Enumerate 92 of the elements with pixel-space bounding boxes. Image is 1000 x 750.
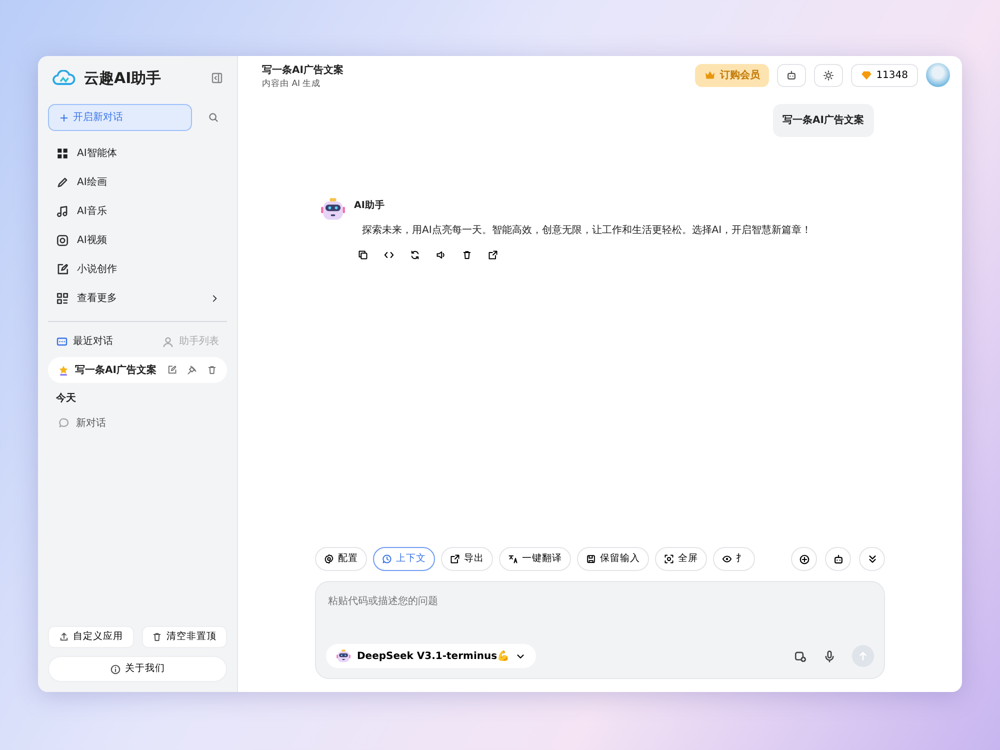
music-note-icon <box>56 205 69 218</box>
speaker-icon <box>436 250 446 260</box>
eye-icon <box>722 554 732 564</box>
pencil-icon <box>56 176 69 189</box>
share-button[interactable] <box>488 250 498 260</box>
info-icon <box>110 664 121 674</box>
brand-name: 云趣AI助手 <box>84 68 162 89</box>
edit-button[interactable] <box>167 365 177 375</box>
toolbar-button[interactable]: 配置 <box>315 547 367 571</box>
user-message: 写一条AI广告文案 <box>772 104 874 137</box>
double-chevron-down-icon <box>866 554 878 564</box>
camera-icon <box>56 234 69 247</box>
diamond-icon <box>861 70 872 80</box>
tab[interactable]: 最近对话 <box>48 330 121 353</box>
robot-icon <box>832 554 844 564</box>
sun-icon <box>823 70 834 80</box>
code-button[interactable] <box>384 250 394 260</box>
pin-icon <box>187 365 197 375</box>
code-icon <box>384 250 394 260</box>
user-icon <box>162 336 174 348</box>
trash-button[interactable] <box>462 250 472 260</box>
about-button[interactable]: 关于我们 <box>48 656 227 682</box>
arrow-up-icon <box>857 650 869 662</box>
apps-icon <box>56 292 69 305</box>
trash-icon <box>207 365 217 375</box>
toolbar-button[interactable]: 一键翻译 <box>499 547 571 571</box>
pin-badge-icon <box>58 364 69 376</box>
image-add-icon <box>794 650 807 662</box>
nav-item[interactable]: 查看更多 <box>48 284 227 313</box>
speaker-button[interactable] <box>436 250 446 260</box>
add-chat-icon <box>798 554 810 564</box>
export-icon <box>450 554 460 564</box>
assistant-message: 探索未来，用AI点亮每一天。智能高效，创意无限，让工作和生活更轻松。选择AI，开启智慧新篇章！ <box>362 224 812 238</box>
copy-icon <box>358 250 368 260</box>
assistant-button[interactable] <box>777 64 806 86</box>
model-selector[interactable]: DeepSeek V3.1-terminus💪 <box>326 644 536 668</box>
chat-subtitle: 内容由 AI 生成 <box>262 78 322 91</box>
microphone-icon <box>823 650 836 662</box>
chat-title: 写一条AI广告文案 <box>262 63 344 78</box>
group-label: 今天 <box>55 392 77 406</box>
share-icon <box>488 250 498 260</box>
refresh-button[interactable] <box>410 250 420 260</box>
search-icon <box>208 112 219 123</box>
pin-button[interactable] <box>187 365 197 375</box>
chevron-right-icon <box>210 294 219 303</box>
chat-clock-icon <box>382 554 392 564</box>
chat-item[interactable]: 新对话 <box>48 410 227 436</box>
expand-button[interactable] <box>859 547 885 571</box>
translate-icon <box>508 554 518 564</box>
assistant-circle-button[interactable] <box>825 547 851 571</box>
assistant-name: AI助手 <box>354 199 386 213</box>
sidebar-toggle-icon <box>211 72 223 84</box>
nav-item[interactable]: AI视频 <box>48 226 227 255</box>
toolbar-button[interactable]: 导出 <box>441 547 493 571</box>
trash-icon <box>462 250 472 260</box>
chat-item[interactable]: 写一条AI广告文案 <box>48 357 227 383</box>
upload-image-button[interactable] <box>794 650 807 662</box>
robot-icon <box>320 197 346 223</box>
new-chat-button[interactable]: 开启新对话 <box>48 104 192 131</box>
toolbar-button[interactable]: 全屏 <box>655 547 707 571</box>
voice-button[interactable] <box>823 650 836 662</box>
points-button[interactable]: 11348 <box>851 64 918 86</box>
toolbar-button[interactable]: 上下文 <box>373 547 435 571</box>
save-icon <box>586 554 596 564</box>
clear-button[interactable]: 清空非置顶 <box>142 626 227 648</box>
theme-button[interactable] <box>814 64 844 86</box>
crown-icon <box>704 69 716 81</box>
nav-item[interactable]: AI绘画 <box>48 168 227 197</box>
nav-item[interactable]: AI音乐 <box>48 197 227 226</box>
grid-icon <box>56 147 69 160</box>
plus-icon <box>59 112 69 122</box>
chat-bubble-icon <box>58 417 70 429</box>
toolbar-button[interactable]: 保留输入 <box>577 547 649 571</box>
toolbar-button[interactable]: 扌 <box>713 547 755 571</box>
message-input[interactable]: 粘贴代码或描述您的问题 DeepSeek V3.1-terminus💪 <box>315 581 885 679</box>
nav-item[interactable]: AI智能体 <box>48 139 227 168</box>
custom-app-button[interactable]: 自定义应用 <box>48 626 134 648</box>
trash-icon <box>152 632 162 642</box>
collapse-sidebar-button[interactable] <box>211 72 223 84</box>
copy-button[interactable] <box>358 250 368 260</box>
new-chat-circle-button[interactable] <box>791 547 817 571</box>
gear-icon <box>324 554 334 564</box>
robot-icon <box>786 70 798 80</box>
refresh-icon <box>410 250 420 260</box>
message-icon <box>56 336 68 348</box>
cloud-logo-icon <box>52 70 76 86</box>
nav-item[interactable]: 小说创作 <box>48 255 227 284</box>
upload-icon <box>58 632 69 642</box>
edit-icon <box>167 365 177 375</box>
edit-icon <box>56 263 69 276</box>
robot-icon <box>336 648 351 664</box>
fullscreen-icon <box>664 554 674 564</box>
